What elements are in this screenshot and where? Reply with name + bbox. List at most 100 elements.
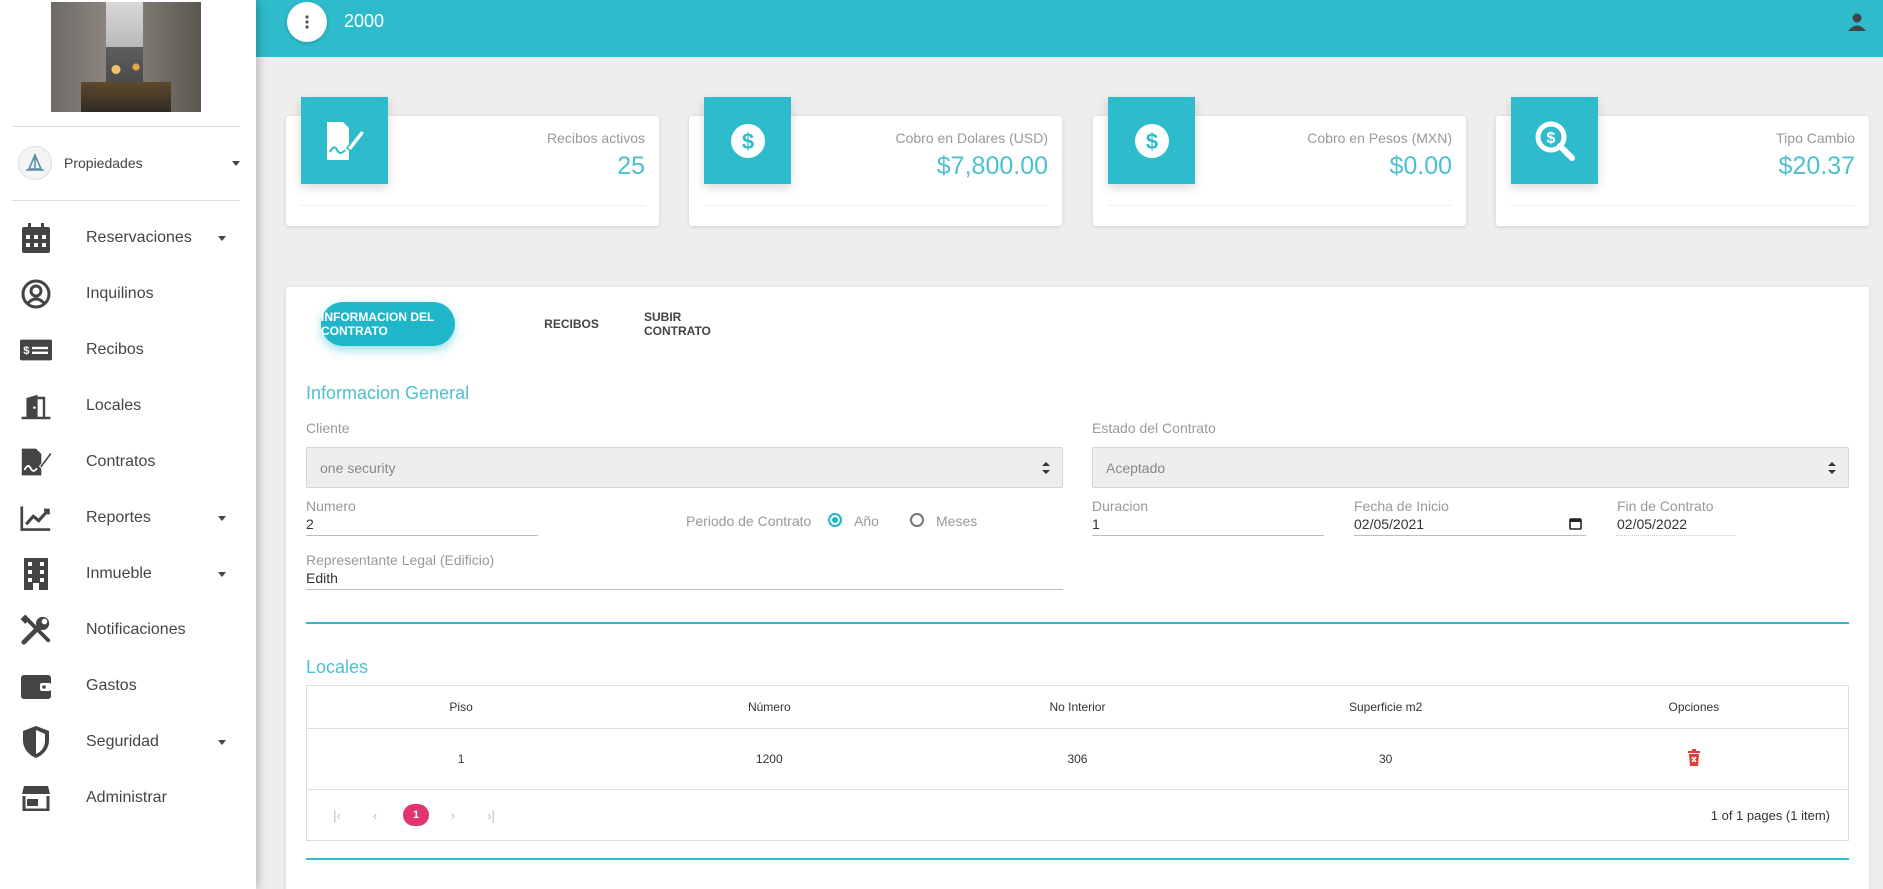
sidebar-divider	[12, 126, 240, 127]
section-divider	[306, 858, 1849, 860]
money-bill-icon: $	[20, 334, 52, 366]
stat-value: $0.00	[1389, 152, 1452, 180]
card-divider	[1511, 205, 1855, 206]
shield-icon	[20, 726, 52, 758]
numero-label: Numero	[306, 498, 356, 514]
cell-no-interior: 306	[1067, 752, 1088, 766]
property-selector-label: Propiedades	[64, 155, 143, 171]
chevron-down-icon	[218, 235, 226, 241]
table-row: 1 1200 306 30	[307, 729, 1848, 790]
sidebar-item-inmueble[interactable]: Inmueble	[0, 552, 256, 596]
select-arrows-icon	[1042, 462, 1050, 474]
tab-informacion-del-contrato[interactable]: INFORMACION DEL CONTRATO	[321, 302, 455, 346]
periodo-ano-radio[interactable]	[828, 513, 842, 527]
tab-subir-contrato[interactable]: SUBIR CONTRATO	[644, 302, 744, 346]
sidebar-item-label: Administrar	[86, 789, 167, 806]
sidebar-item-label: Seguridad	[86, 733, 159, 750]
stat-value: $7,800.00	[936, 152, 1048, 180]
column-header-numero[interactable]: Número	[615, 700, 923, 714]
cliente-select[interactable]: one security	[306, 447, 1063, 488]
door-open-icon	[20, 390, 52, 422]
periodo-label: Periodo de Contrato	[686, 513, 812, 529]
sidebar: Propiedades Reservaciones Inquilinos $ R…	[0, 0, 256, 889]
column-header-superficie[interactable]: Superficie m2	[1232, 700, 1540, 714]
delete-icon[interactable]	[1687, 748, 1701, 767]
cliente-label: Cliente	[306, 420, 350, 436]
section-title-locales: Locales	[306, 657, 369, 677]
estado-select[interactable]: Aceptado	[1092, 447, 1849, 488]
table-header-row: Piso Número No Interior Superficie m2 Op…	[307, 686, 1848, 729]
chevron-down-icon	[218, 739, 226, 745]
sidebar-item-gastos[interactable]: Gastos	[0, 664, 256, 708]
wallet-icon	[20, 670, 52, 702]
column-header-no-interior[interactable]: No Interior	[923, 700, 1231, 714]
user-circle-icon	[20, 278, 52, 310]
chevron-down-icon	[232, 160, 240, 166]
tab-recibos[interactable]: RECIBOS	[544, 302, 599, 346]
sidebar-item-label: Reservaciones	[86, 229, 192, 246]
representante-input[interactable]: Edith	[306, 568, 1063, 590]
calendar-picker-icon[interactable]	[1569, 517, 1582, 530]
periodo-radio-group: Año Meses	[828, 513, 1008, 529]
sidebar-item-notificaciones[interactable]: Notificaciones	[0, 608, 256, 652]
fecha-inicio-input[interactable]: 02/05/2021	[1354, 514, 1586, 536]
column-header-piso[interactable]: Piso	[307, 700, 615, 714]
sidebar-item-label: Gastos	[86, 677, 137, 694]
duracion-label: Duracion	[1092, 498, 1149, 514]
property-selector[interactable]: Propiedades	[18, 145, 240, 181]
card-divider	[704, 205, 1048, 206]
dollar-circle-icon: $	[704, 97, 791, 184]
chevron-down-icon	[218, 571, 226, 577]
stat-card-tipo-cambio: $ Tipo Cambio $20.37	[1496, 97, 1869, 226]
prev-page-icon[interactable]: ‹	[365, 806, 385, 826]
stat-card-cobro-mxn: $ Cobro en Pesos (MXN) $0.00	[1093, 97, 1466, 226]
locales-table: Piso Número No Interior Superficie m2 Op…	[306, 685, 1849, 841]
page-title: 2000	[344, 11, 385, 31]
periodo-meses-radio[interactable]	[910, 513, 924, 527]
page-button-current[interactable]: 1	[403, 804, 429, 826]
sidebar-item-label: Reportes	[86, 509, 151, 526]
stat-value: $20.37	[1778, 152, 1855, 180]
user-icon[interactable]	[1847, 12, 1867, 32]
svg-text:$: $	[1145, 129, 1157, 154]
svg-text:$: $	[23, 345, 30, 357]
stat-card-cobro-usd: $ Cobro en Dolares (USD) $7,800.00	[689, 97, 1062, 226]
first-page-icon[interactable]: |‹	[327, 806, 347, 826]
pagination: |‹ ‹ 1 › ›| 1 of 1 pages (1 item)	[307, 790, 1848, 840]
sidebar-item-reservaciones[interactable]: Reservaciones	[0, 216, 256, 260]
sidebar-item-seguridad[interactable]: Seguridad	[0, 720, 256, 764]
card-divider	[301, 205, 645, 206]
section-divider	[306, 622, 1849, 624]
svg-text:$: $	[1546, 130, 1555, 147]
sidebar-divider	[12, 200, 240, 201]
next-page-icon[interactable]: ›	[443, 806, 463, 826]
cliente-select-value: one security	[320, 459, 396, 476]
sidebar-item-administrar[interactable]: Administrar	[0, 776, 256, 820]
stat-card-recibos-activos: Recibos activos 25	[286, 97, 659, 226]
dollar-circle-icon: $	[1108, 97, 1195, 184]
more-vertical-button[interactable]	[287, 2, 327, 42]
chart-line-icon	[20, 502, 52, 534]
estado-select-value: Aceptado	[1106, 459, 1166, 476]
numero-input[interactable]: 2	[306, 514, 538, 536]
sidebar-item-contratos[interactable]: Contratos	[0, 440, 256, 484]
estado-label: Estado del Contrato	[1092, 420, 1216, 436]
stat-label: Recibos activos	[546, 130, 645, 146]
column-header-opciones: Opciones	[1668, 700, 1720, 714]
sidebar-item-recibos[interactable]: $ Recibos	[0, 328, 256, 372]
duracion-input[interactable]: 1	[1092, 514, 1324, 536]
stat-value: 25	[617, 152, 645, 180]
sidebar-item-label: Inquilinos	[86, 285, 154, 302]
sidebar-item-label: Notificaciones	[86, 621, 186, 638]
sidebar-item-reportes[interactable]: Reportes	[0, 496, 256, 540]
sidebar-item-locales[interactable]: Locales	[0, 384, 256, 428]
top-bar: 2000	[256, 0, 1883, 57]
sidebar-item-label: Locales	[86, 397, 142, 414]
sidebar-item-inquilinos[interactable]: Inquilinos	[0, 272, 256, 316]
sidebar-item-label: Inmueble	[86, 565, 152, 582]
last-page-icon[interactable]: ›|	[481, 806, 501, 826]
brand-logo-image	[51, 2, 201, 112]
stat-label: Cobro en Pesos (MXN)	[1307, 130, 1452, 146]
svg-text:$: $	[741, 129, 753, 154]
fin-contrato-label: Fin de Contrato	[1617, 498, 1714, 514]
